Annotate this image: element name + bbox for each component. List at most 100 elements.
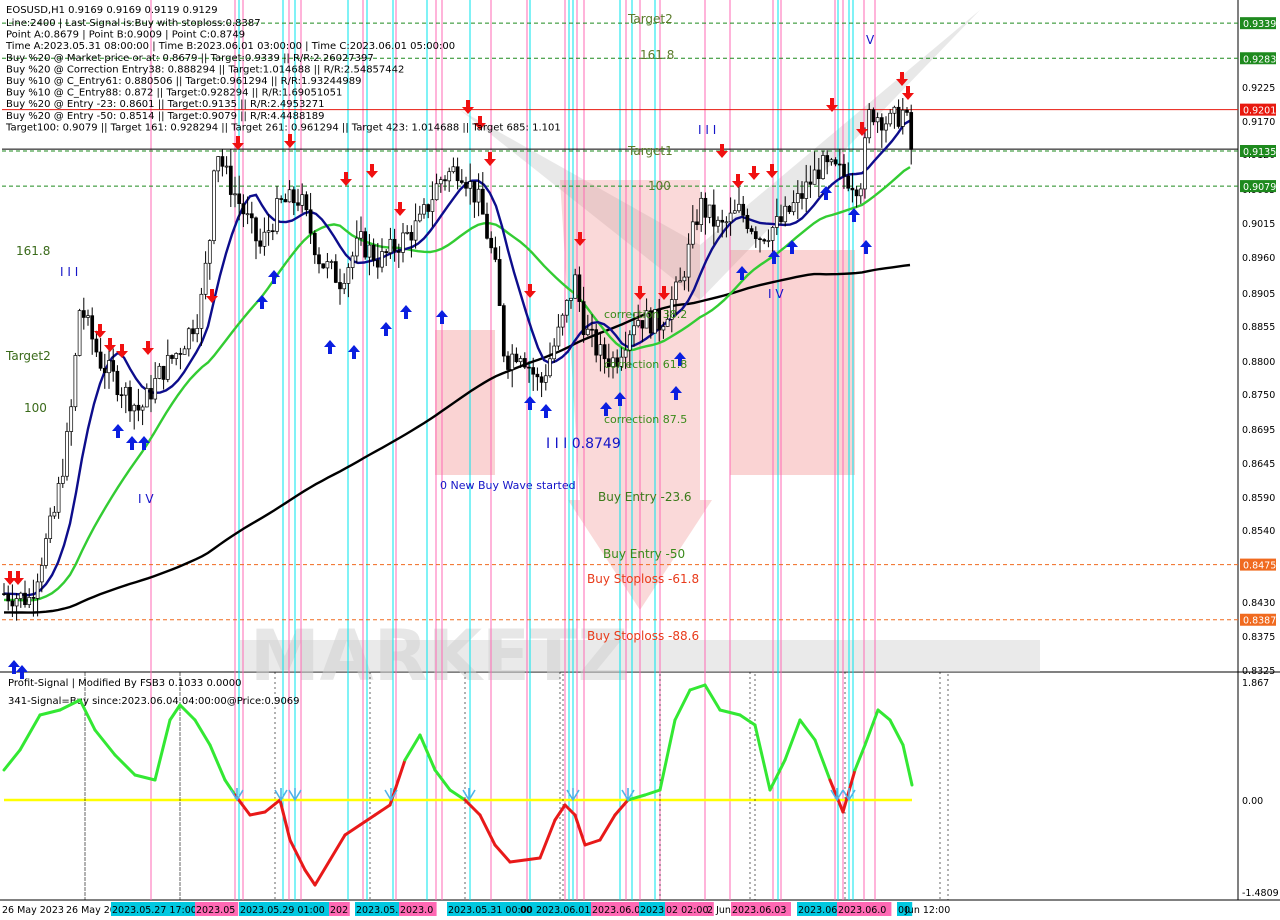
candle-body [871, 109, 876, 123]
candle-body [711, 204, 716, 227]
candle-body [60, 475, 65, 484]
price-tick: 0.8375 [1242, 632, 1275, 643]
time-label: 2023.06.0 [592, 905, 640, 916]
price-tag-text: 0.9135 [1243, 147, 1276, 158]
candle-body [199, 293, 204, 329]
candle-body [560, 314, 565, 328]
candle-body [464, 182, 468, 189]
price-tick: 0.8590 [1242, 493, 1275, 504]
candle-body [581, 301, 586, 336]
left-target2-label: Target2 [5, 349, 51, 363]
candle-body [825, 155, 830, 163]
time-label: 2023.06.0 [838, 905, 886, 916]
time-label: 2023.05.29 01:00 [240, 905, 325, 916]
oscillator-segment [508, 858, 527, 864]
candle-body [459, 180, 464, 183]
correction-61-label: correction 61.8 [604, 358, 687, 371]
candle-body [367, 244, 372, 258]
candle-body [728, 212, 733, 223]
candle-body [682, 276, 687, 282]
candle-body [905, 109, 909, 113]
wave-iv-label: I V [768, 287, 784, 301]
candle-body [888, 112, 893, 125]
correction-38-label: correction 38.2 [604, 308, 687, 321]
candle-body [354, 237, 359, 257]
candle-body [842, 163, 846, 177]
candle-body [317, 254, 321, 265]
info-line: Buy %10 @ C_Entry88: 0.872 || Target:0.9… [6, 88, 342, 99]
candle-body [480, 188, 485, 215]
time-label: Jun 12:00 [904, 905, 950, 916]
candle-body [144, 387, 149, 408]
candle-body [854, 189, 859, 197]
candle-body [186, 328, 191, 350]
candle-body [821, 155, 825, 180]
candle-body [556, 326, 561, 347]
candle-body [195, 328, 200, 335]
candle-body [77, 310, 82, 356]
candle-body [140, 406, 145, 411]
candle-body [720, 219, 725, 223]
candle-body [228, 165, 233, 195]
candle-body [174, 353, 179, 359]
candle-body [291, 189, 296, 204]
candle-body [371, 244, 376, 261]
candle-body [875, 117, 880, 123]
info-line: Time A:2023.05.31 08:00:00 | Time B:2023… [5, 41, 455, 52]
candle-body [527, 366, 531, 369]
price-tag-text: 0.8387 [1243, 616, 1276, 627]
candle-body [300, 194, 305, 206]
time-axis: 26 May 2023 26 May 202023.05.27 17:00 2023… [2, 902, 950, 916]
candle-body [430, 199, 435, 212]
candle-body [598, 344, 603, 356]
time-label: 26 May 2023 [2, 905, 64, 916]
left-161-label: 161.8 [16, 244, 50, 258]
candle-body [900, 109, 905, 127]
candle-body [846, 175, 851, 189]
candle-body [443, 179, 447, 182]
candle-body [678, 280, 683, 283]
candle-body [178, 353, 183, 355]
candle-body [115, 370, 120, 396]
candle-body [405, 231, 410, 234]
price-tick: 0.9225 [1242, 83, 1275, 94]
time-label: 2023.05.27 17:00 [112, 905, 197, 916]
candle-body [98, 351, 103, 369]
candle-body [375, 259, 380, 268]
candle-body [401, 232, 405, 253]
buy-entry-50-label: Buy Entry -50 [603, 547, 685, 561]
time-label: 2023.05 [196, 905, 235, 916]
candle-body [346, 267, 351, 284]
candle-body [716, 219, 720, 227]
candle-body [380, 251, 384, 268]
price-tick: 0.8855 [1242, 322, 1275, 333]
candle-body [417, 213, 422, 222]
candle-body [102, 367, 107, 374]
candle-body [674, 281, 678, 300]
candle-body [237, 193, 242, 204]
candle-body [262, 231, 267, 247]
watermark: MARKETZ [250, 615, 628, 697]
candle-body [737, 203, 741, 212]
candle-body [522, 358, 527, 368]
candle-body [707, 204, 712, 218]
candle-body [804, 181, 809, 199]
candle-body [455, 166, 460, 182]
candle-body [308, 209, 313, 234]
candle-body [153, 378, 158, 400]
candle-body [18, 592, 23, 599]
candle-body [690, 221, 695, 245]
candle-body [552, 345, 557, 360]
info-line: Buy %20 @ Market price or at: 0.8679 || … [6, 53, 374, 64]
candle-body [485, 213, 489, 239]
candle-body [107, 360, 111, 374]
candle-body [438, 179, 443, 185]
price-tag-text: 0.9079 [1243, 182, 1276, 193]
time-label: 00 [520, 905, 532, 916]
wave-v-label: V [866, 33, 875, 47]
new-wave-label: 0 New Buy Wave started [440, 479, 576, 492]
candle-body [321, 263, 326, 269]
candle-body [585, 328, 590, 336]
candle-body [468, 181, 473, 189]
candle-body [359, 231, 363, 239]
